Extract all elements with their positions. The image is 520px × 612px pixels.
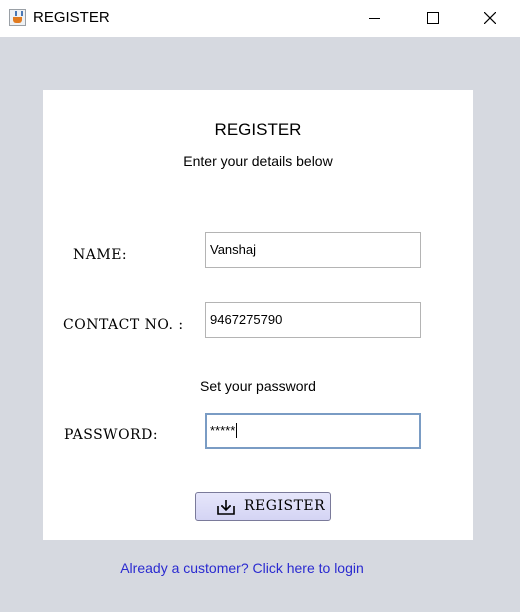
window-title: REGISTER [33,9,110,26]
close-icon [484,12,496,24]
password-label: PASSWORD: [64,427,159,443]
name-label: NAME: [73,247,128,263]
register-button[interactable]: REGISTER [195,492,331,521]
contact-label: CONTACT NO. : [63,317,184,333]
login-link[interactable]: Already a customer? Click here to login [0,560,484,576]
java-cup-icon [9,9,26,26]
close-button[interactable] [461,0,519,37]
window-titlebar: REGISTER [0,0,520,37]
password-value: ***** [210,423,236,438]
register-panel: REGISTER Enter your details below NAME: … [43,90,473,540]
contact-value: 9467275790 [210,312,283,327]
contact-field[interactable]: 9467275790 [205,302,421,338]
form-heading: REGISTER [214,120,302,139]
minimize-button[interactable] [345,0,403,37]
name-field[interactable]: Vanshaj [205,232,421,268]
password-field[interactable]: ***** [205,413,421,449]
text-caret [236,423,238,438]
maximize-button[interactable] [403,0,461,37]
download-tray-icon [217,500,235,515]
name-value: Vanshaj [210,242,257,257]
form-subheading: Enter your details below [183,153,333,169]
password-hint: Set your password [200,378,316,394]
register-button-label: REGISTER [244,498,326,514]
